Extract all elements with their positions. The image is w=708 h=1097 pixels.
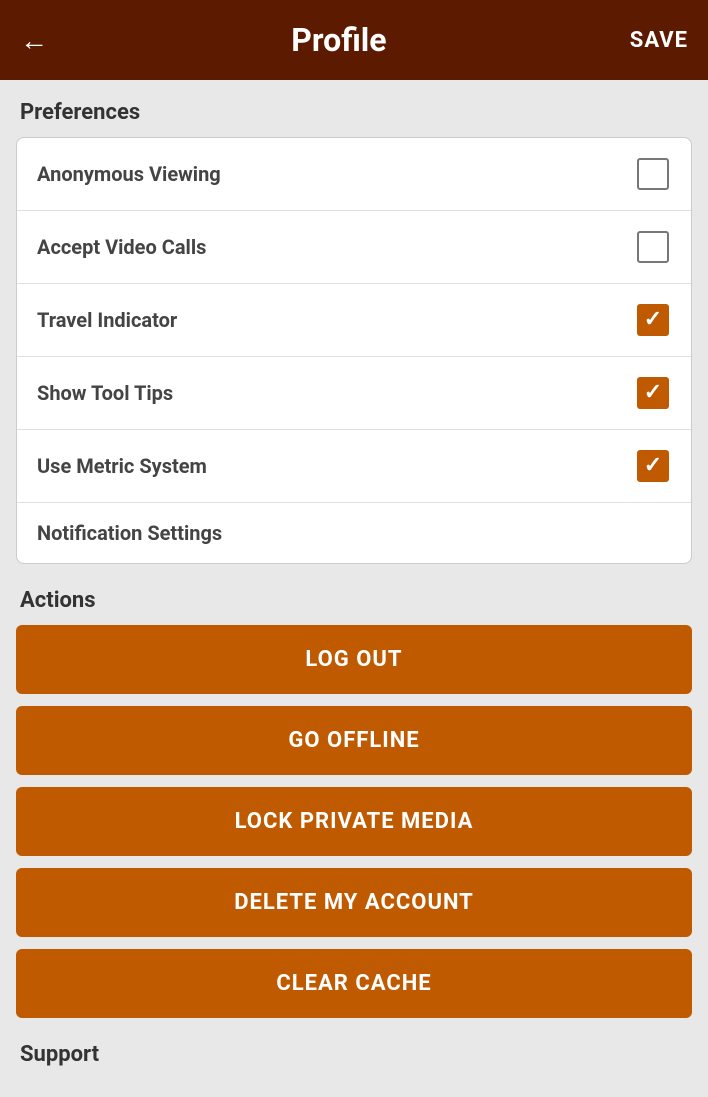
save-button[interactable]: SAVE bbox=[630, 28, 688, 53]
actions-section: Actions LOG OUT GO OFFLINE LOCK PRIVATE … bbox=[16, 588, 692, 1018]
lock-private-media-button[interactable]: LOCK PRIVATE MEDIA bbox=[16, 787, 692, 856]
support-section-label: Support bbox=[16, 1042, 692, 1067]
checkbox-empty-anonymous-viewing bbox=[637, 158, 669, 190]
pref-label-travel-indicator: Travel Indicator bbox=[37, 308, 177, 332]
page-title: Profile bbox=[48, 21, 630, 59]
main-content: Preferences Anonymous Viewing Accept Vid… bbox=[0, 80, 708, 1097]
clear-cache-button[interactable]: CLEAR CACHE bbox=[16, 949, 692, 1018]
delete-account-button[interactable]: DELETE MY ACCOUNT bbox=[16, 868, 692, 937]
checkbox-checked-show-tool-tips bbox=[637, 377, 669, 409]
checkbox-anonymous-viewing[interactable] bbox=[635, 156, 671, 192]
checkbox-empty-accept-video-calls bbox=[637, 231, 669, 263]
pref-label-use-metric-system: Use Metric System bbox=[37, 454, 207, 478]
checkbox-checked-travel-indicator bbox=[637, 304, 669, 336]
logout-button[interactable]: LOG OUT bbox=[16, 625, 692, 694]
actions-section-label: Actions bbox=[16, 588, 692, 613]
back-button[interactable]: ← bbox=[20, 24, 48, 57]
pref-row-notification-settings[interactable]: Notification Settings bbox=[17, 503, 691, 563]
pref-row-show-tool-tips[interactable]: Show Tool Tips bbox=[17, 357, 691, 430]
pref-label-notification-settings: Notification Settings bbox=[37, 521, 222, 545]
checkbox-use-metric-system[interactable] bbox=[635, 448, 671, 484]
pref-row-anonymous-viewing[interactable]: Anonymous Viewing bbox=[17, 138, 691, 211]
preferences-card: Anonymous Viewing Accept Video Calls Tra… bbox=[16, 137, 692, 564]
pref-label-accept-video-calls: Accept Video Calls bbox=[37, 235, 206, 259]
go-offline-button[interactable]: GO OFFLINE bbox=[16, 706, 692, 775]
pref-label-anonymous-viewing: Anonymous Viewing bbox=[37, 162, 221, 186]
pref-row-accept-video-calls[interactable]: Accept Video Calls bbox=[17, 211, 691, 284]
checkbox-show-tool-tips[interactable] bbox=[635, 375, 671, 411]
pref-label-show-tool-tips: Show Tool Tips bbox=[37, 381, 173, 405]
pref-row-travel-indicator[interactable]: Travel Indicator bbox=[17, 284, 691, 357]
checkbox-checked-use-metric-system bbox=[637, 450, 669, 482]
support-section: Support bbox=[16, 1042, 692, 1077]
app-header: ← Profile SAVE bbox=[0, 0, 708, 80]
checkbox-travel-indicator[interactable] bbox=[635, 302, 671, 338]
preferences-section-label: Preferences bbox=[16, 100, 692, 125]
pref-row-use-metric-system[interactable]: Use Metric System bbox=[17, 430, 691, 503]
checkbox-accept-video-calls[interactable] bbox=[635, 229, 671, 265]
